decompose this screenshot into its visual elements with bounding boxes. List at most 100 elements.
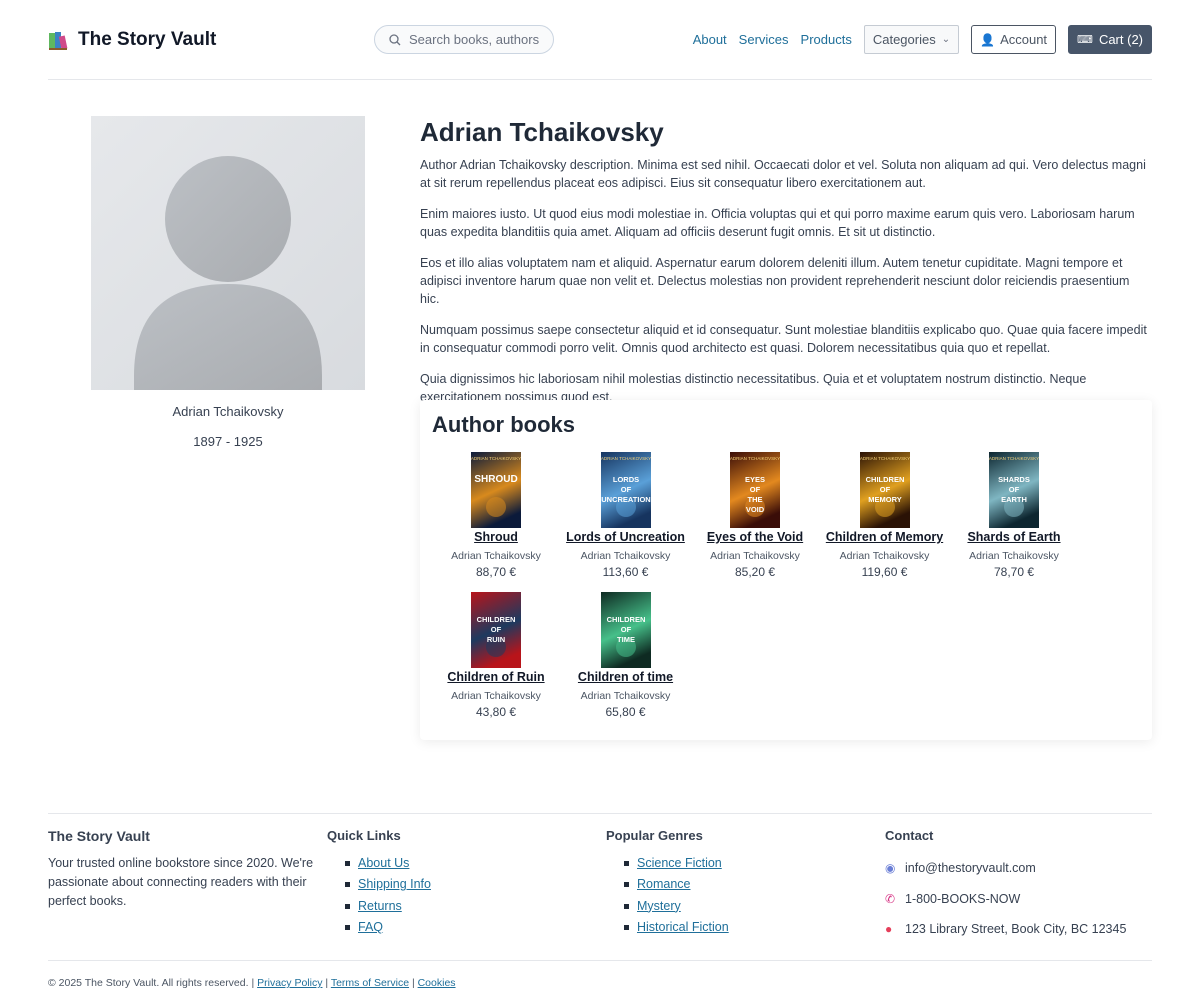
footer-about: The Story Vault Your trusted online book…: [48, 828, 318, 911]
books-logo-icon: [49, 32, 68, 50]
contact-phone-text: 1-800-BOOKS-NOW: [905, 891, 1021, 906]
book-price: 43,80 €: [475, 705, 517, 719]
book-title-link[interactable]: Shards of Earth: [944, 530, 1084, 544]
svg-text:CHILDREN: CHILDREN: [606, 615, 645, 624]
pin-icon: ●: [885, 922, 893, 937]
book-price: 119,60 €: [861, 565, 908, 579]
book-card[interactable]: ADRIAN TCHAIKOVSKY SHROUD Shroud Adrian Tch…: [426, 452, 566, 579]
link-cookies[interactable]: Cookies: [418, 977, 456, 989]
book-author: Adrian Tchaikovsky: [451, 550, 541, 562]
link-mystery[interactable]: Mystery: [637, 899, 681, 913]
cart-label: Cart (2): [1098, 32, 1143, 47]
search-box[interactable]: [374, 25, 554, 54]
nav-about[interactable]: About: [693, 32, 727, 47]
list-item: Romance: [624, 874, 876, 895]
list-item: Shipping Info: [345, 874, 597, 895]
author-years: 1897 - 1925: [193, 434, 263, 449]
list-item: FAQ: [345, 917, 597, 938]
link-romance[interactable]: Romance: [637, 877, 691, 891]
brand[interactable]: The Story Vault: [48, 26, 216, 54]
svg-text:SHARDS: SHARDS: [998, 475, 1030, 484]
list-item: Historical Fiction: [624, 917, 876, 938]
book-card[interactable]: ADRIAN TCHAIKOVSKY CHILDREN OF MEMORY Childr…: [815, 452, 955, 579]
main-nav: About Services Products Categories ⌄ 👤 A…: [693, 25, 1152, 54]
book-card[interactable]: ADRIAN TCHAIKOVSKY EYES OF THE VOID Eyes of t…: [685, 452, 825, 579]
svg-text:OF: OF: [620, 625, 631, 634]
link-privacy-policy[interactable]: Privacy Policy: [257, 977, 322, 989]
bio-paragraph: Eos et illo alias voluptatem nam et aliq…: [420, 256, 1130, 306]
book-title-link[interactable]: Shroud: [426, 530, 566, 544]
book-title-link[interactable]: Eyes of the Void: [685, 530, 825, 544]
link-faq[interactable]: FAQ: [358, 920, 383, 934]
cart-button[interactable]: ⌨ Cart (2): [1068, 25, 1152, 54]
list-item: About Us: [345, 853, 597, 874]
account-label: Account: [1000, 32, 1048, 47]
author-details: Adrian Tchaikovsky Author Adrian Tchaiko…: [420, 116, 1152, 419]
book-title-link[interactable]: Lords of Uncreation: [556, 530, 696, 544]
book-author: Adrian Tchaikovsky: [580, 550, 671, 562]
book-author: Adrian Tchaikovsky: [969, 550, 1059, 562]
book-cover[interactable]: CHILDREN OF TIME: [600, 592, 651, 668]
footer-quick-links: Quick Links About Us Shipping Info Retur…: [327, 828, 597, 938]
book-card[interactable]: ADRIAN TCHAIKOVSKY LORDS OF UNCREATION Lords…: [556, 452, 696, 579]
book-price: 78,70 €: [993, 565, 1035, 579]
book-card[interactable]: CHILDREN OF RUIN Children of Ruin Adrian Tch…: [426, 592, 566, 719]
book-title-link[interactable]: Children of Memory: [815, 530, 955, 544]
brand-name: The Story Vault: [78, 29, 217, 50]
contact-heading: Contact: [885, 828, 934, 843]
contact-phone: ✆ 1-800-BOOKS-NOW: [885, 884, 1155, 915]
contact-email-text: info@thestoryvault.com: [905, 861, 1036, 876]
link-science-fiction[interactable]: Science Fiction: [637, 856, 722, 870]
nav-products[interactable]: Products: [801, 32, 852, 47]
svg-text:CHILDREN: CHILDREN: [477, 615, 516, 624]
list-item: Mystery: [624, 896, 876, 917]
categories-dropdown[interactable]: Categories ⌄: [863, 25, 960, 54]
cart-icon: ⌨: [1077, 34, 1093, 46]
book-author: Adrian Tchaikovsky: [710, 550, 800, 562]
svg-text:TIME: TIME: [617, 635, 635, 644]
footer-genres: Popular Genres Science Fiction Romance M…: [606, 828, 876, 938]
author-photo-caption: Adrian Tchaikovsky: [172, 404, 284, 419]
svg-text:OF: OF: [491, 625, 502, 634]
book-title-link[interactable]: Children of Ruin: [426, 670, 566, 684]
svg-text:OF: OF: [1009, 485, 1020, 494]
svg-text:OF: OF: [620, 485, 631, 494]
book-cover[interactable]: ADRIAN TCHAIKOVSKY SHARDS OF EARTH: [989, 452, 1039, 528]
book-card[interactable]: CHILDREN OF TIME Children of time Adrian Tch…: [556, 592, 696, 719]
bio-paragraph: Enim maiores iusto. Ut quod eius modi mo…: [420, 207, 1135, 239]
book-cover[interactable]: ADRIAN TCHAIKOVSKY SHROUD: [471, 452, 521, 528]
email-icon: ◉: [885, 861, 896, 876]
book-cover[interactable]: ADRIAN TCHAIKOVSKY LORDS OF UNCREATION: [600, 452, 651, 528]
author-books-heading: Author books: [432, 412, 575, 437]
svg-text:ADRIAN TCHAIKOVSKY: ADRIAN TCHAIKOVSKY: [989, 456, 1039, 461]
link-about-us[interactable]: About Us: [358, 856, 409, 870]
link-shipping-info[interactable]: Shipping Info: [358, 877, 431, 891]
svg-text:OF: OF: [879, 485, 890, 494]
phone-icon: ✆: [885, 891, 896, 906]
categories-label: Categories: [872, 32, 936, 47]
svg-text:EYES: EYES: [745, 475, 765, 484]
nav-services[interactable]: Services: [739, 32, 789, 47]
footer-bottom-divider: [48, 960, 1152, 961]
svg-text:ADRIAN TCHAIKOVSKY: ADRIAN TCHAIKOVSKY: [601, 456, 651, 461]
list-item: Science Fiction: [624, 853, 876, 874]
book-title-link[interactable]: Children of time: [556, 670, 696, 684]
book-cover[interactable]: CHILDREN OF RUIN: [471, 592, 521, 668]
search-input[interactable]: [409, 32, 549, 47]
book-cover[interactable]: ADRIAN TCHAIKOVSKY CHILDREN OF MEMORY: [859, 452, 910, 528]
site-header: The Story Vault About Services Products …: [48, 0, 1152, 80]
svg-text:SHROUD: SHROUD: [474, 474, 517, 485]
svg-text:ADRIAN TCHAIKOVSKY: ADRIAN TCHAIKOVSKY: [860, 456, 910, 461]
book-author: Adrian Tchaikovsky: [451, 690, 541, 702]
link-historical-fiction[interactable]: Historical Fiction: [637, 920, 729, 934]
bio-paragraph: Author Adrian Tchaikovsky description. M…: [420, 158, 1146, 190]
contact-address: ● 123 Library Street, Book City, BC 1234…: [885, 914, 1155, 945]
link-returns[interactable]: Returns: [358, 899, 402, 913]
book-price: 113,60 €: [602, 565, 649, 579]
svg-text:ADRIAN TCHAIKOVSKY: ADRIAN TCHAIKOVSKY: [471, 456, 521, 461]
book-card[interactable]: ADRIAN TCHAIKOVSKY SHARDS OF EARTH Shards of…: [944, 452, 1084, 579]
book-cover[interactable]: ADRIAN TCHAIKOVSKY EYES OF THE VOID: [730, 452, 780, 528]
account-button[interactable]: 👤 Account: [971, 25, 1057, 54]
link-terms-of-service[interactable]: Terms of Service: [331, 977, 409, 989]
svg-text:THE: THE: [748, 495, 763, 504]
